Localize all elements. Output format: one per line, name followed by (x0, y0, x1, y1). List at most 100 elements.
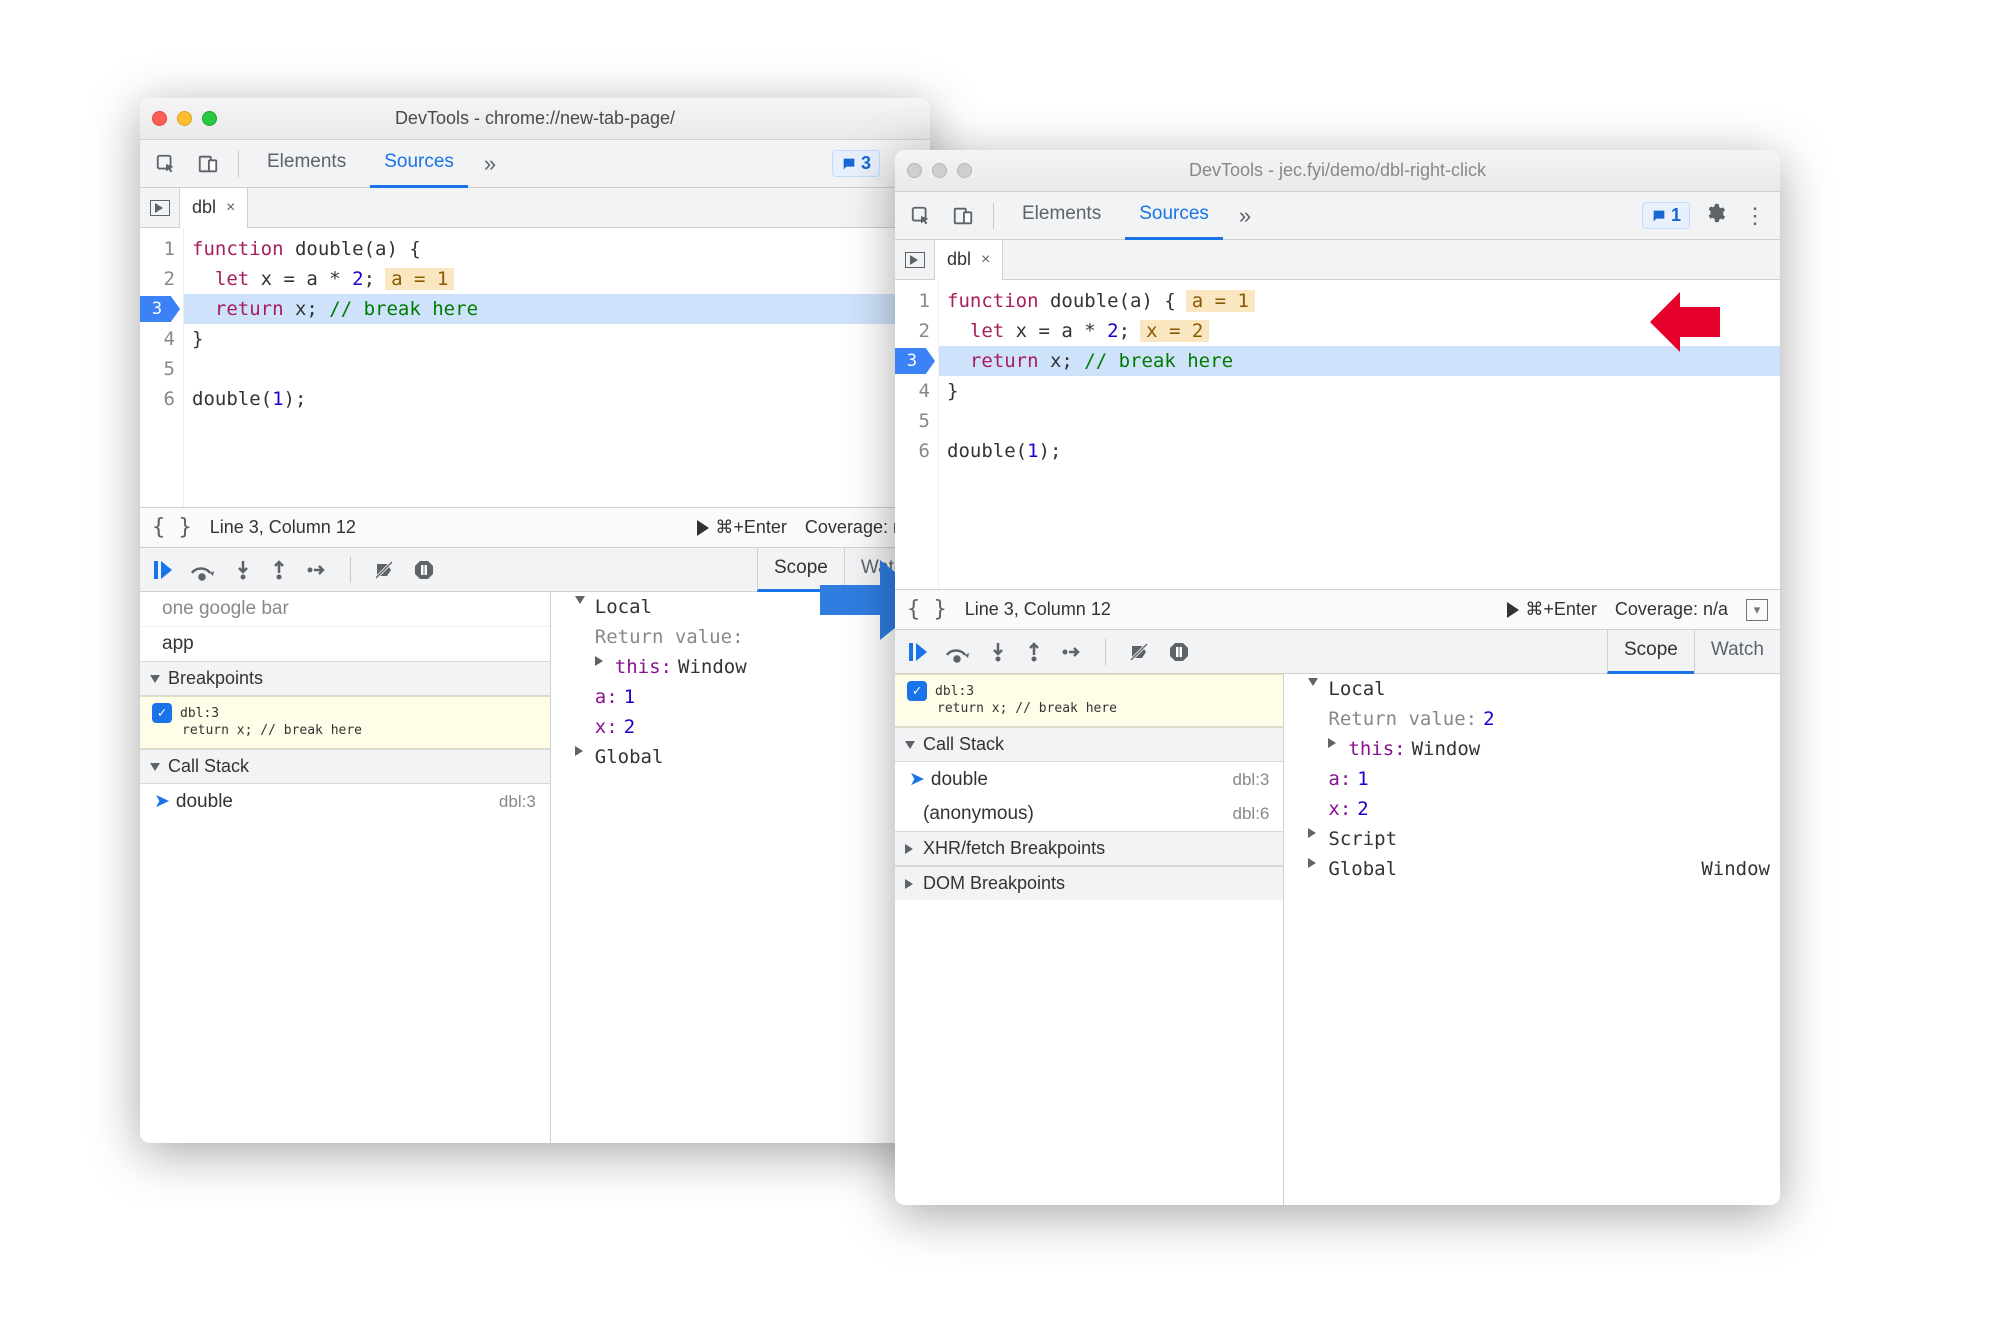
maximize-window-button[interactable] (957, 163, 972, 178)
more-tabs-icon[interactable]: » (478, 151, 502, 177)
step-into-icon[interactable] (989, 641, 1007, 663)
inline-value: x = 2 (1140, 320, 1209, 342)
devtools-window-left: DevTools - chrome://new-tab-page/ Elemen… (140, 98, 930, 1143)
code-token: let (970, 320, 1004, 342)
scope-panel: Local Return value: this: Window a: 1 x:… (551, 592, 930, 1143)
pretty-print-icon[interactable]: { } (907, 597, 947, 622)
debugger-toolbar: Scope Watch (895, 630, 1780, 674)
step-out-icon[interactable] (270, 559, 288, 581)
close-window-button[interactable] (907, 163, 922, 178)
pause-exceptions-icon[interactable] (1168, 641, 1190, 663)
expand-panel-icon[interactable]: ▾ (1746, 599, 1768, 621)
list-item[interactable]: app (140, 627, 550, 661)
more-menu-icon[interactable]: ⋮ (1740, 203, 1770, 229)
device-toggle-icon[interactable] (192, 148, 224, 180)
resume-icon[interactable] (154, 559, 172, 581)
dom-breakpoints-header[interactable]: DOM Breakpoints (895, 866, 1283, 900)
close-window-button[interactable] (152, 111, 167, 126)
code-token: } (947, 380, 958, 402)
window-controls (907, 163, 972, 178)
titlebar[interactable]: DevTools - chrome://new-tab-page/ (140, 98, 930, 140)
code-token: x; (284, 298, 330, 320)
tab-elements[interactable]: Elements (253, 140, 360, 188)
settings-icon[interactable] (1700, 202, 1730, 230)
breakpoint-checkbox[interactable] (907, 681, 927, 701)
titlebar[interactable]: DevTools - jec.fyi/demo/dbl-right-click (895, 150, 1780, 192)
run-icon[interactable] (1507, 602, 1519, 618)
run-icon[interactable] (697, 520, 709, 536)
scope-script[interactable]: Script (1284, 824, 1780, 854)
step-icon[interactable] (306, 559, 328, 581)
step-out-icon[interactable] (1025, 641, 1043, 663)
tab-sources[interactable]: Sources (1125, 192, 1223, 240)
minimize-window-button[interactable] (177, 111, 192, 126)
left-debug-column: one google bar app Breakpoints dbl:3 ret… (140, 592, 551, 1143)
line-number: 3 (140, 294, 175, 324)
code-token: 1 (272, 388, 283, 410)
step-into-icon[interactable] (234, 559, 252, 581)
step-icon[interactable] (1061, 641, 1083, 663)
inline-value: a = 1 (1186, 290, 1255, 312)
file-tab-dbl[interactable]: dbl × (935, 240, 1003, 280)
deactivate-breakpoints-icon[interactable] (373, 559, 395, 581)
code-editor[interactable]: 1 2 3 4 5 6 function double(a) { let x =… (140, 228, 930, 508)
close-tab-icon[interactable]: × (977, 251, 990, 269)
callstack-header[interactable]: Call Stack (140, 749, 550, 784)
code-token: return (970, 350, 1039, 372)
deactivate-breakpoints-icon[interactable] (1128, 641, 1150, 663)
step-over-icon[interactable] (945, 641, 971, 663)
callstack-frame[interactable]: (anonymous) dbl:6 (895, 797, 1283, 831)
scope-var-a: a: 1 (1284, 764, 1780, 794)
tab-elements[interactable]: Elements (1008, 192, 1115, 240)
inspect-element-icon[interactable] (905, 200, 937, 232)
minimize-window-button[interactable] (932, 163, 947, 178)
breakpoint-marker[interactable]: 3 (895, 348, 935, 374)
divider (993, 203, 994, 229)
debugger-buttons (895, 639, 1204, 665)
devtools-window-right: DevTools - jec.fyi/demo/dbl-right-click … (895, 150, 1780, 1205)
resume-icon[interactable] (909, 641, 927, 663)
code-token: function (947, 290, 1039, 312)
breakpoint-checkbox[interactable] (152, 703, 172, 723)
tab-scope[interactable]: Scope (1607, 630, 1694, 674)
code-editor[interactable]: 1 2 3 4 5 6 function double(a) {a = 1 le… (895, 280, 1780, 590)
navigator-toggle-icon[interactable] (140, 188, 180, 228)
code-token: double( (947, 440, 1027, 462)
code-token: 2 (1107, 320, 1118, 342)
scope-this[interactable]: this: Window (551, 652, 930, 682)
scope-global[interactable]: GlobalWindow (1284, 854, 1780, 884)
scope-local[interactable]: Local (1284, 674, 1780, 704)
pretty-print-icon[interactable]: { } (152, 515, 192, 540)
xhr-breakpoints-header[interactable]: XHR/fetch Breakpoints (895, 831, 1283, 866)
file-tab-dbl[interactable]: dbl × (180, 188, 248, 228)
navigator-toggle-icon[interactable] (895, 240, 935, 280)
code-token: double(a) { (284, 238, 421, 260)
breakpoint-item[interactable]: dbl:3 return x; // break here (140, 696, 550, 749)
device-toggle-icon[interactable] (947, 200, 979, 232)
breakpoint-label: dbl:3 (935, 684, 974, 699)
pause-exceptions-icon[interactable] (413, 559, 435, 581)
line-number: 4 (140, 324, 175, 354)
code-token: double( (192, 388, 272, 410)
more-tabs-icon[interactable]: » (1233, 203, 1257, 229)
maximize-window-button[interactable] (202, 111, 217, 126)
step-over-icon[interactable] (190, 559, 216, 581)
line-number: 4 (895, 376, 930, 406)
callstack-header[interactable]: Call Stack (895, 727, 1283, 762)
callstack-frame[interactable]: ➤double dbl:3 (140, 784, 550, 819)
tab-watch[interactable]: Watch (1694, 630, 1780, 674)
issues-badge[interactable]: 3 (832, 150, 880, 177)
line-number: 2 (895, 316, 930, 346)
file-tab-label: dbl (947, 249, 971, 270)
callstack-frame[interactable]: ➤double dbl:3 (895, 762, 1283, 797)
scope-this[interactable]: this: Window (1284, 734, 1780, 764)
scope-global[interactable]: GlobalW (551, 742, 930, 772)
close-tab-icon[interactable]: × (222, 199, 235, 217)
breakpoint-marker[interactable]: 3 (140, 296, 180, 322)
breakpoint-item[interactable]: dbl:3 return x; // break here (895, 674, 1283, 727)
line-number: 3 (895, 346, 930, 376)
breakpoints-header[interactable]: Breakpoints (140, 661, 550, 696)
tab-sources[interactable]: Sources (370, 140, 468, 188)
issues-badge[interactable]: 1 (1642, 202, 1690, 229)
inspect-element-icon[interactable] (150, 148, 182, 180)
